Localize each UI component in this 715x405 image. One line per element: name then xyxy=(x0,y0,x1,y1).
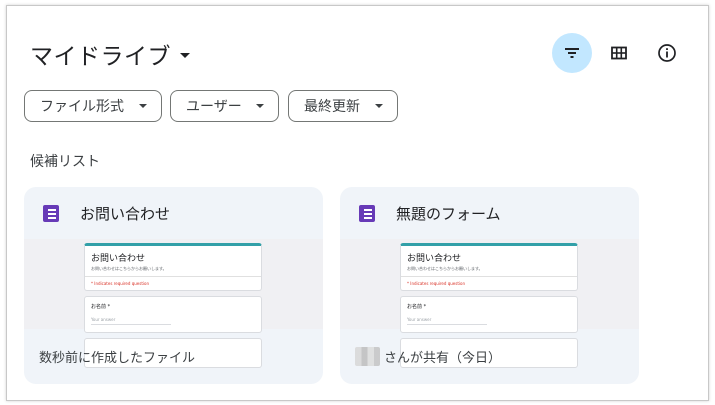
grid-view-button[interactable] xyxy=(599,33,639,73)
preview-description: お問い合わせはこちらからお願いします。 xyxy=(91,266,167,271)
caret-down-icon xyxy=(256,104,264,108)
caret-down-icon xyxy=(375,104,383,108)
file-activity-text: さんが共有（今日） xyxy=(384,351,502,366)
filter-button[interactable] xyxy=(552,33,592,73)
preview-required-note: * Indicates required question xyxy=(407,281,465,286)
chip-label: 最終更新 xyxy=(304,99,360,115)
preview-question: お名前 * xyxy=(407,304,427,310)
caret-down-icon xyxy=(139,104,147,108)
my-drive-title-button[interactable]: マイドライブ xyxy=(30,36,190,72)
preview-question: お名前 * xyxy=(91,304,111,310)
form-header-preview: お問い合わせ お問い合わせはこちらからお願いします。 * Indicates r… xyxy=(400,243,578,291)
card-footer: さんが共有（今日） xyxy=(340,329,639,384)
last-modified-filter-chip[interactable]: 最終更新 xyxy=(288,90,398,122)
file-name: 無題のフォーム xyxy=(396,204,501,223)
caret-down-icon xyxy=(180,52,190,58)
blurred-avatar xyxy=(355,347,380,366)
chip-label: ファイル形式 xyxy=(40,99,124,115)
user-filter-chip[interactable]: ユーザー xyxy=(170,90,279,122)
google-forms-icon xyxy=(359,204,375,222)
chip-label: ユーザー xyxy=(186,99,242,115)
file-thumbnail: お問い合わせ お問い合わせはこちらからお願いします。 * Indicates r… xyxy=(340,239,639,368)
preview-description: お問い合わせはこちらからお願いします。 xyxy=(407,266,483,271)
card-header: 無題のフォーム xyxy=(340,187,639,239)
preview-required-note: * Indicates required question xyxy=(91,281,149,286)
info-icon xyxy=(658,44,676,62)
card-header: お問い合わせ xyxy=(24,187,323,239)
file-type-filter-chip[interactable]: ファイル形式 xyxy=(24,90,162,122)
google-forms-icon xyxy=(43,204,59,222)
file-activity-text: 数秒前に作成したファイル xyxy=(39,351,196,366)
grid-view-icon xyxy=(611,46,627,60)
file-card[interactable]: お問い合わせ お問い合わせ お問い合わせはこちらからお願いします。 * Indi… xyxy=(24,187,323,384)
preview-answer-hint: Your answer xyxy=(91,317,116,322)
file-name: お問い合わせ xyxy=(80,204,171,223)
file-thumbnail: お問い合わせ お問い合わせはこちらからお願いします。 * Indicates r… xyxy=(24,239,323,368)
preview-title: お問い合わせ xyxy=(91,254,146,264)
details-button[interactable] xyxy=(647,33,687,73)
preview-answer-hint: Your answer xyxy=(407,317,432,322)
card-footer: 数秒前に作成したファイル xyxy=(24,329,323,384)
preview-title: お問い合わせ xyxy=(407,254,462,264)
form-question-preview: お名前 * Your answer xyxy=(84,296,262,333)
filter-icon xyxy=(565,48,579,58)
form-question-preview: お名前 * Your answer xyxy=(400,296,578,333)
form-header-preview: お問い合わせ お問い合わせはこちらからお願いします。 * Indicates r… xyxy=(84,243,262,291)
drive-window: マイドライブ ファイル形式 ユーザー 最終更新 候補リスト お問い合わせ お問い… xyxy=(6,5,709,401)
suggested-section-label: 候補リスト xyxy=(30,154,100,170)
file-card[interactable]: 無題のフォーム お問い合わせ お問い合わせはこちらからお願いします。 * Ind… xyxy=(340,187,639,384)
page-title: マイドライブ xyxy=(30,44,171,70)
